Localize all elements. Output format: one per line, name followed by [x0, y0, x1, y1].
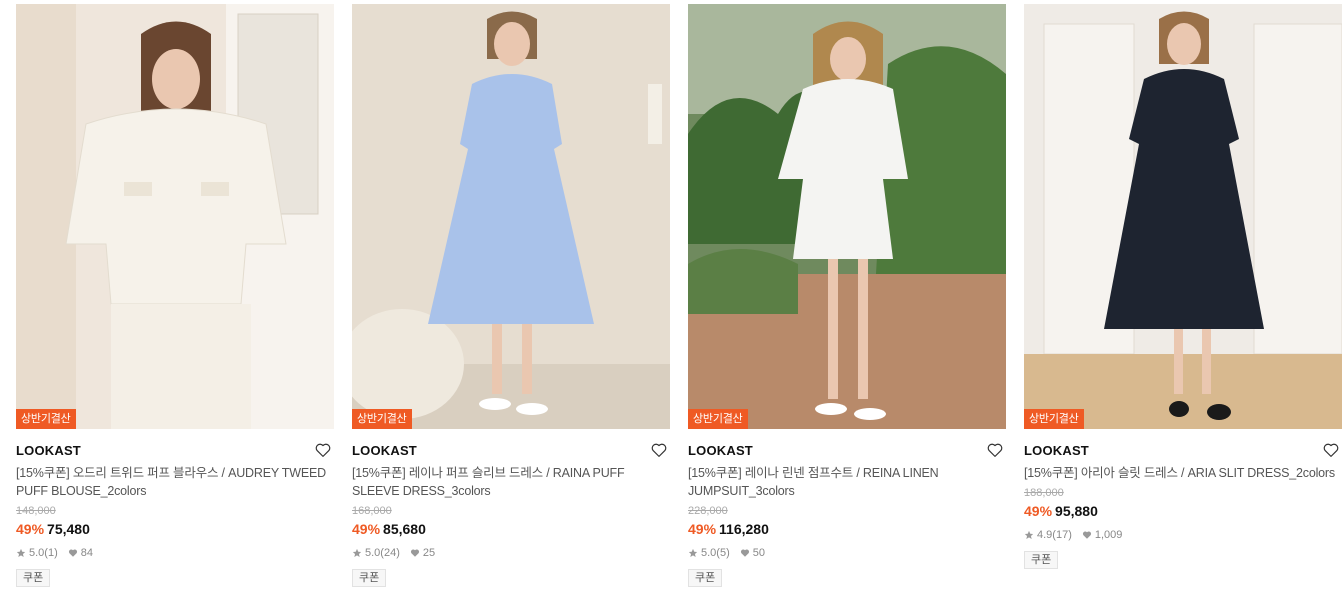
- discount-rate: 49%: [16, 521, 45, 537]
- heart-outline-icon[interactable]: [314, 441, 332, 459]
- promo-badge: 상반기결산: [16, 409, 76, 429]
- review-meta: 4.9 (17) 1,009: [1024, 528, 1342, 542]
- product-image[interactable]: 상반기결산: [1024, 4, 1342, 429]
- product-name[interactable]: [15%쿠폰] 아리아 슬릿 드레스 / ARIA SLIT DRESS_2co…: [1024, 464, 1342, 482]
- heart-icon: [68, 549, 77, 557]
- heart-icon: [1082, 531, 1091, 539]
- star-icon: [352, 548, 362, 557]
- product-name[interactable]: [15%쿠폰] 레이나 린넨 점프수트 / REINA LINEN JUMPSU…: [688, 464, 1006, 500]
- star-icon: [688, 548, 698, 557]
- coupon-tag: 쿠폰: [352, 569, 387, 587]
- like-count: 1,009: [1094, 529, 1123, 541]
- original-price: 228,000: [688, 505, 728, 517]
- rating-value: 5.0: [29, 547, 45, 559]
- sale-price: 95,880: [1055, 503, 1098, 519]
- product-name[interactable]: [15%쿠폰] 레이나 퍼프 슬리브 드레스 / RAINA PUFF SLEE…: [352, 464, 670, 500]
- product-name[interactable]: [15%쿠폰] 오드리 트위드 퍼프 블라우스 / AUDREY TWEED P…: [16, 464, 334, 500]
- discount-rate: 49%: [1024, 503, 1053, 519]
- original-price: 148,000: [16, 505, 56, 517]
- original-price: 168,000: [352, 505, 392, 517]
- star-icon: [16, 548, 26, 557]
- review-meta: 5.0 (5) 50: [688, 546, 1006, 560]
- rating-value: 5.0: [701, 547, 717, 559]
- discount-rate: 49%: [352, 521, 381, 537]
- original-price: 188,000: [1024, 487, 1064, 499]
- product-photo: [16, 4, 334, 429]
- promo-badge: 상반기결산: [352, 409, 412, 429]
- review-count: (17): [1052, 529, 1072, 541]
- brand-name[interactable]: LOOKAST: [1024, 441, 1342, 461]
- coupon-tag: 쿠폰: [16, 569, 51, 587]
- coupon-tag: 쿠폰: [1024, 551, 1059, 569]
- rating-value: 5.0: [365, 547, 381, 559]
- like-count: 25: [422, 547, 436, 559]
- review-count: (1): [44, 547, 58, 559]
- brand-name[interactable]: LOOKAST: [16, 441, 334, 461]
- product-card[interactable]: 상반기결산 LOOKAST [15%쿠폰] 레이나 퍼프 슬리브 드레스 / R…: [352, 4, 670, 587]
- product-card[interactable]: 상반기결산 LOOKAST [15%쿠폰] 오드리 트위드 퍼프 블라우스 / …: [16, 4, 334, 587]
- product-card[interactable]: 상반기결산 LOOKAST [15%쿠폰] 레이나 린넨 점프수트 / REIN…: [688, 4, 1006, 587]
- sale-price: 85,680: [383, 521, 426, 537]
- heart-outline-icon[interactable]: [1322, 441, 1340, 459]
- brand-name[interactable]: LOOKAST: [688, 441, 1006, 461]
- sale-price: 75,480: [47, 521, 90, 537]
- product-photo: [1024, 4, 1342, 429]
- product-photo: [352, 4, 670, 429]
- like-count: 50: [752, 547, 765, 559]
- discount-rate: 49%: [688, 521, 717, 537]
- heart-icon: [740, 549, 749, 557]
- star-icon: [1024, 530, 1034, 539]
- review-meta: 5.0 (24) 25: [352, 546, 670, 560]
- heart-outline-icon[interactable]: [986, 441, 1004, 459]
- product-card[interactable]: 상반기결산 LOOKAST [15%쿠폰] 아리아 슬릿 드레스 / ARIA …: [1024, 4, 1342, 569]
- heart-outline-icon[interactable]: [650, 441, 668, 459]
- product-image[interactable]: 상반기결산: [688, 4, 1006, 429]
- brand-name[interactable]: LOOKAST: [352, 441, 670, 461]
- heart-icon: [410, 549, 419, 557]
- product-image[interactable]: 상반기결산: [352, 4, 670, 429]
- sale-price: 116,280: [719, 521, 769, 537]
- review-count: (24): [380, 547, 400, 559]
- like-count: 84: [80, 547, 93, 559]
- product-grid: 상반기결산 LOOKAST [15%쿠폰] 오드리 트위드 퍼프 블라우스 / …: [0, 0, 1344, 603]
- promo-badge: 상반기결산: [1024, 409, 1084, 429]
- rating-value: 4.9: [1037, 529, 1053, 541]
- review-count: (5): [716, 547, 730, 559]
- product-image[interactable]: 상반기결산: [16, 4, 334, 429]
- review-meta: 5.0 (1) 84: [16, 546, 334, 560]
- promo-badge: 상반기결산: [688, 409, 748, 429]
- coupon-tag: 쿠폰: [688, 569, 723, 587]
- product-photo: [688, 4, 1006, 429]
